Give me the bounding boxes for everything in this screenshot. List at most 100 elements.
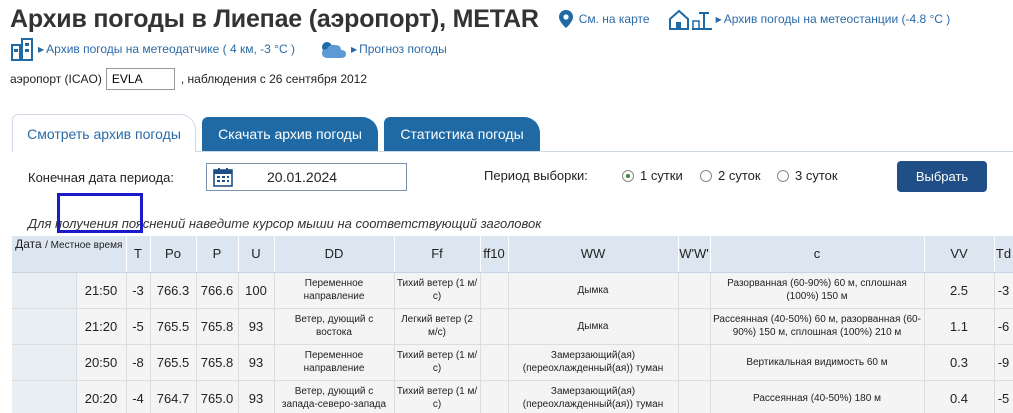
col-vv-header[interactable]: VV	[924, 236, 995, 273]
sensor-link[interactable]: ▶ Архив погоды на метеодатчике ( 4 км, -…	[10, 37, 295, 61]
ff10-cell	[480, 272, 509, 309]
dd-cell: Переменное направление	[274, 272, 395, 309]
w2-cell	[678, 272, 711, 309]
date-cell	[12, 272, 77, 309]
col-po-header[interactable]: Po	[150, 236, 197, 273]
vv-cell: 0.4	[924, 380, 995, 413]
ww-cell: Замерзающий(ая) (переохлажденный(ая)) ту…	[508, 344, 679, 381]
radio-selected[interactable]	[622, 169, 634, 182]
weather-table: Дата / Местное время T Po P U DD Ff ff10…	[12, 236, 1013, 413]
period-option-2[interactable]: 2 суток	[700, 168, 761, 183]
table-row: 21:20 -5 765.5 765.8 93 Ветер, дующий с …	[12, 308, 1013, 345]
period-option-3[interactable]: 3 суток	[777, 168, 838, 183]
col-td-header[interactable]: Td	[994, 236, 1013, 273]
date-cell	[12, 308, 77, 345]
map-pin-icon	[558, 10, 573, 28]
td-cell: -5	[994, 380, 1013, 413]
col-p-header[interactable]: P	[196, 236, 239, 273]
vv-cell: 1.1	[924, 308, 995, 345]
map-link-label: См. на карте	[578, 12, 650, 26]
map-link[interactable]: См. на карте	[558, 10, 650, 28]
ff-cell: Тихий ветер (1 м/с)	[394, 380, 481, 413]
w2-cell	[678, 308, 711, 345]
header-row: Архив погоды в Лиепае (аэропорт), METAR …	[10, 4, 950, 34]
station-link-label: Архив погоды на метеостанции (-4.8 °C )	[723, 12, 951, 26]
c-cell: Рассеянная (40-50%) 60 м, разорванная (6…	[710, 308, 925, 345]
col-c-header[interactable]: c	[710, 236, 925, 273]
forecast-link[interactable]: ▶ Прогноз погоды	[319, 39, 447, 59]
w2-cell	[678, 344, 711, 381]
tab-bar: Смотреть архив погоды Скачать архив пого…	[12, 114, 1013, 152]
col-u-header[interactable]: U	[238, 236, 275, 273]
dd-cell: Ветер, дующий с востока	[274, 308, 395, 345]
building-icon	[11, 38, 33, 61]
table-row: 20:20 -4 764.7 765.0 93 Ветер, дующий с …	[12, 380, 1013, 413]
station-link[interactable]: ▶ Архив погоды на метеостанции (-4.8 °C …	[668, 7, 951, 31]
radio[interactable]	[777, 169, 789, 182]
td-cell: -3	[994, 272, 1013, 309]
table-header-row: Дата / Местное время T Po P U DD Ff ff10…	[12, 236, 1013, 273]
tab-download-archive[interactable]: Скачать архив погоды	[202, 117, 378, 152]
po-cell: 765.5	[150, 344, 197, 381]
ww-cell: Дымка	[508, 272, 679, 309]
po-cell: 766.3	[150, 272, 197, 309]
hint-text: Для получения пояснений наведите курсор …	[28, 216, 542, 231]
tab-view-archive[interactable]: Смотреть архив погоды	[12, 114, 196, 152]
end-date-value: 20.01.2024	[267, 169, 338, 185]
end-date-label: Конечная дата периода:	[28, 169, 174, 185]
t-cell: -5	[126, 308, 151, 345]
tab-statistics[interactable]: Статистика погоды	[384, 117, 540, 152]
end-date-field[interactable]: 20.01.2024	[206, 163, 407, 191]
ff-cell: Тихий ветер (1 м/с)	[394, 272, 481, 309]
local-time-header-label: / Местное время	[45, 240, 123, 251]
p-cell: 765.8	[196, 308, 239, 345]
u-cell: 93	[238, 380, 275, 413]
col-ww-header[interactable]: WW	[508, 236, 679, 273]
vv-cell: 0.3	[924, 344, 995, 381]
u-cell: 93	[238, 344, 275, 381]
calendar-icon[interactable]	[213, 167, 233, 187]
icao-input[interactable]	[105, 68, 175, 90]
cloud-sun-icon	[321, 42, 346, 58]
t-cell: -4	[126, 380, 151, 413]
time-cell: 20:20	[76, 380, 127, 413]
page-title: Архив погоды в Лиепае (аэропорт), METAR	[10, 4, 539, 33]
td-cell: -6	[994, 308, 1013, 345]
ww-cell: Замерзающий(ая) (переохлажденный(ая)) ту…	[508, 380, 679, 413]
arrow-right-icon: ▶	[350, 44, 358, 54]
date-cell	[12, 344, 77, 381]
forecast-link-label: Прогноз погоды	[359, 42, 447, 56]
col-ff10-header[interactable]: ff10	[480, 236, 509, 273]
dd-cell: Переменное направление	[274, 344, 395, 381]
period-option-1[interactable]: 1 сутки	[622, 168, 683, 183]
table-row: 21:50 -3 766.3 766.6 100 Переменное напр…	[12, 272, 1013, 309]
ff-cell: Тихий ветер (1 м/с)	[394, 344, 481, 381]
t-cell: -8	[126, 344, 151, 381]
t-cell: -3	[126, 272, 151, 309]
date-header-label: Дата	[15, 237, 42, 251]
p-cell: 765.8	[196, 344, 239, 381]
col-date-header[interactable]: Дата / Местное время	[12, 236, 127, 273]
col-dd-header[interactable]: DD	[274, 236, 395, 273]
airport-label: аэропорт (ICAO)	[10, 72, 102, 86]
col-t-header[interactable]: T	[126, 236, 151, 273]
date-cell	[12, 380, 77, 413]
time-cell: 21:20	[76, 308, 127, 345]
ff-cell: Легкий ветер (2 м/с)	[394, 308, 481, 345]
c-cell: Рассеянная (40-50%) 180 м	[710, 380, 925, 413]
ff10-cell	[480, 380, 509, 413]
observations-text: , наблюдения с 26 сентября 2012	[180, 72, 368, 86]
time-cell: 21:50	[76, 272, 127, 309]
w2-cell	[678, 380, 711, 413]
p-cell: 766.6	[196, 272, 239, 309]
period-option-label: 3 суток	[795, 168, 838, 183]
sensor-link-label: Архив погоды на метеодатчике ( 4 км, -3 …	[46, 42, 295, 56]
col-w2-header[interactable]: W'W'	[678, 236, 711, 273]
dd-cell: Ветер, дующий с запада-северо-запада	[274, 380, 395, 413]
col-ff-header[interactable]: Ff	[394, 236, 481, 273]
weather-station-icon	[668, 9, 712, 30]
radio[interactable]	[700, 169, 712, 182]
p-cell: 765.0	[196, 380, 239, 413]
u-cell: 93	[238, 308, 275, 345]
select-button[interactable]: Выбрать	[897, 161, 987, 192]
